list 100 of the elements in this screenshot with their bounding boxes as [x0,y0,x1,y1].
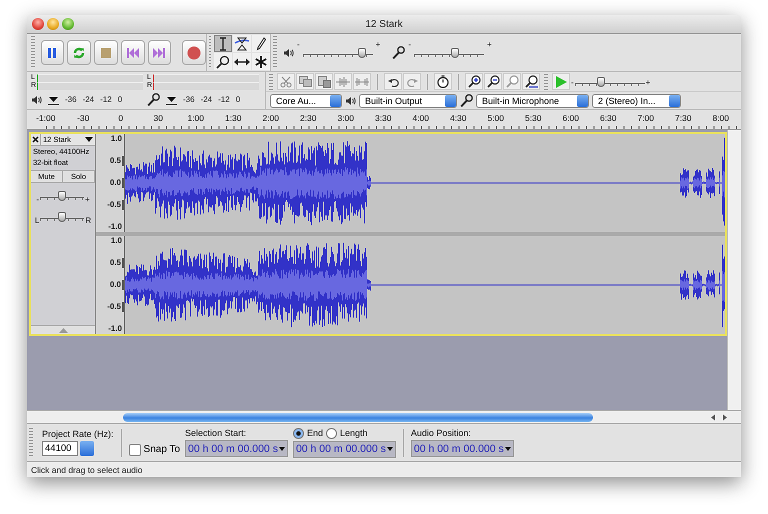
meter-scale-label: 0 [118,95,122,104]
time-label: -30 [77,113,90,125]
double-arrow-icon [234,58,250,66]
silence-button[interactable] [353,73,371,90]
time-label: 3:00 [337,113,354,125]
horizontal-scrollbar[interactable] [27,410,741,423]
snap-to-checkbox[interactable] [128,444,141,456]
vertical-scrollbar[interactable] [727,130,741,410]
sync-lock-button[interactable] [434,73,452,90]
time-label: 1:30 [224,113,242,125]
slider-thumb[interactable] [58,212,66,222]
meter-scale-label: -36 [65,95,77,104]
trim-button[interactable] [334,73,352,90]
time-label: 7:00 [637,113,654,125]
waveform[interactable] [125,134,725,232]
radio-label: End [306,428,323,438]
time-label: 4:00 [412,113,430,125]
microphone-icon [460,94,473,108]
up-arrow-icon [58,328,68,332]
time-label: 1:00 [187,113,204,125]
minus-label: - [36,195,39,204]
time-label: 4:30 [450,113,467,125]
paste-icon [318,76,330,88]
amplitude-label: 0.0 [110,280,124,290]
meter-menu-button[interactable] [48,94,59,104]
fit-project-button[interactable] [522,73,540,90]
status-text: Click and drag to select audio [31,464,143,474]
time-label: 0 [118,113,124,125]
project-rate-field[interactable]: 44100 [42,441,78,456]
dropdown-arrow-icon [85,136,93,142]
time-label: 7:30 [674,113,692,125]
stepper-icon [330,94,341,106]
tool-button[interactable] [233,35,251,52]
skip-to-start-button[interactable] [120,40,145,65]
waveform-trim-icon [336,76,350,86]
tool-button[interactable] [214,53,232,70]
output-device-dropdown[interactable]: Built-in Output [359,94,457,108]
stop-button[interactable] [94,40,118,65]
zoom-out-button[interactable] [484,73,502,90]
audio-position-field[interactable]: 00 h 00 m 00.000 s [410,440,514,457]
amplitude-label: 0.0 [110,178,124,188]
input-device-dropdown[interactable]: Built-in Microphone [476,94,589,108]
close-button[interactable] [32,18,44,30]
meter-scale-label: -24 [82,95,94,104]
selection-end-field[interactable]: 00 h 00 m 00.000 s [292,440,396,458]
meter-scale-label: -24 [200,95,212,104]
paste-button[interactable] [315,73,333,90]
minus-label: - [297,40,300,49]
pause-icon [46,46,58,58]
tool-button[interactable] [233,53,251,70]
meter-scale-label: -36 [183,95,195,104]
meter-menu-button[interactable] [166,94,177,104]
skip-end-icon [153,48,166,58]
skip-to-end-button[interactable] [148,40,172,65]
snap-to-label: Snap To [144,444,180,455]
selection-start-field[interactable]: 00 h 00 m 00.000 s [185,440,288,457]
scroll-thumb[interactable] [123,412,593,422]
zoom-in-button[interactable] [465,73,483,90]
undo-icon [388,76,398,86]
tool-button[interactable] [214,35,232,52]
microphone-icon [147,92,160,106]
undo-button[interactable] [384,73,402,90]
slider-thumb[interactable] [358,48,366,58]
scissors-icon [280,76,292,88]
slider-thumb[interactable] [58,191,66,201]
record-button[interactable] [182,40,206,65]
selection-start-label: Selection Start: [185,428,248,438]
input-channels-dropdown[interactable]: 2 (Stereo) In... [592,94,681,108]
copy-icon [298,76,312,87]
radio-button[interactable] [292,428,304,438]
collapse-track-button[interactable] [31,325,95,334]
slider-thumb[interactable] [597,76,606,86]
dropdown-arrow-icon [167,96,176,102]
cut-button[interactable] [277,73,295,90]
speaker-icon [345,96,356,106]
radio-button[interactable] [326,428,337,438]
timeline-ruler[interactable]: -1:00 -30 0 30 1:00 1:30 2:00 2:30 3:00 3:30 4:00 4:30 5:00 5:30 6:00 6:30 7:00 7:30 8:00 [27,109,741,130]
zoom-button[interactable] [62,18,74,30]
skip-start-icon [126,48,139,58]
close-track-button[interactable] [31,134,41,145]
tool-button[interactable] [252,35,270,52]
zoom-out-icon [486,75,500,88]
slider-thumb[interactable] [450,48,459,58]
stepper-icon [445,94,456,106]
scroll-arrows-icon[interactable] [711,414,727,420]
zoom-in-icon [468,75,480,88]
time-label: 6:00 [562,113,580,125]
time-label: 5:00 [487,113,504,125]
dropdown-arrow-icon [49,96,58,102]
time-label: 2:00 [262,113,280,125]
magnifier-icon [506,75,518,88]
tool-button[interactable] [252,53,270,70]
redo-icon [406,76,418,86]
play-button[interactable] [67,40,92,65]
minus-label: - [408,40,412,49]
waveform[interactable] [125,236,725,334]
host-dropdown[interactable]: Core Au... [270,94,342,108]
copy-button[interactable] [296,73,314,90]
pause-button[interactable] [40,40,64,65]
circular-arrows-icon [72,46,86,60]
